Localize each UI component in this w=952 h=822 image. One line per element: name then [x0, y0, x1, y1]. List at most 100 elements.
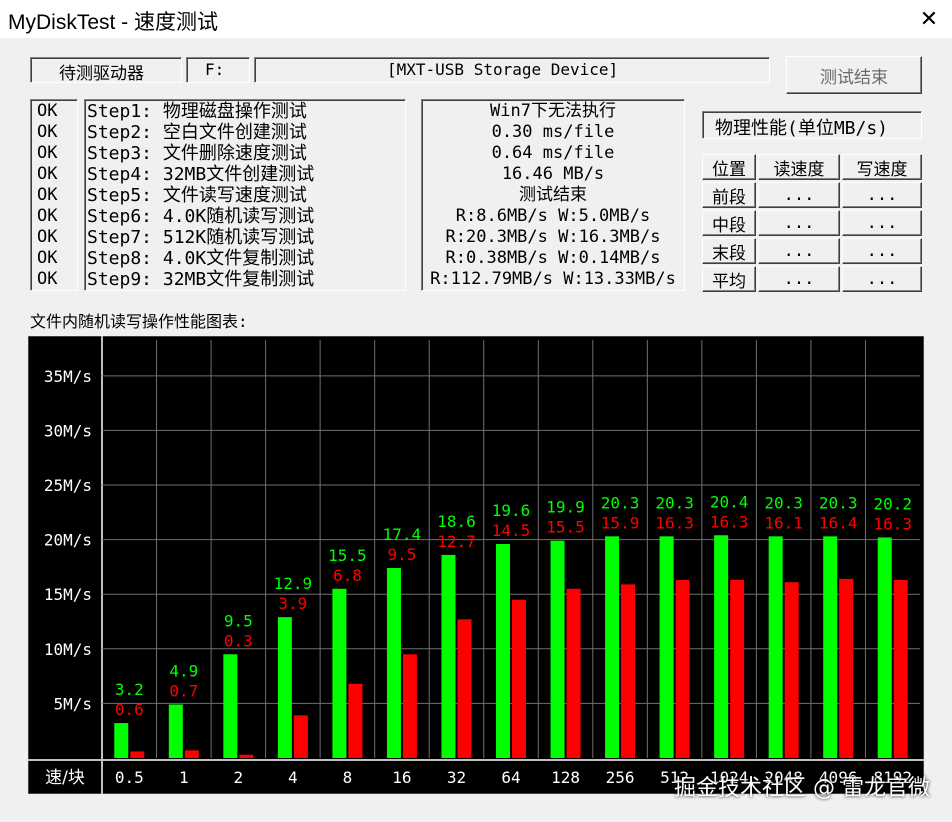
- window-title: MyDiskTest - 速度测试: [8, 11, 218, 34]
- x-tick-label: 64: [501, 768, 520, 787]
- step-result: 16.46 MB/s: [501, 164, 605, 184]
- data-label-read: 20.3: [601, 493, 640, 512]
- data-label-read: 20.2: [873, 494, 912, 513]
- step-result: R:112.79MB/s W:13.33MB/s: [430, 269, 676, 289]
- physical-column-header: 读速度: [758, 154, 840, 180]
- bar-read: [223, 654, 238, 758]
- bar-read: [823, 536, 838, 758]
- data-label-read: 9.5: [224, 611, 253, 630]
- data-label-read: 20.4: [710, 492, 749, 511]
- bar-read: [168, 704, 183, 758]
- step-status: OK: [37, 185, 58, 205]
- results-panel: Win7下无法执行 0.30 ms/file 0.64 ms/file 16.46 M…: [421, 99, 685, 291]
- data-label-write: 12.7: [437, 532, 476, 551]
- bar-write: [293, 715, 308, 758]
- bar-read: [659, 536, 674, 758]
- step-status: OK: [37, 122, 58, 142]
- data-label-read: 20.3: [655, 493, 694, 512]
- step-name: Step5: 文件读写速度测试: [87, 185, 307, 206]
- step-status: OK: [37, 269, 58, 289]
- step-name: Step6: 4.0K随机读写测试: [87, 206, 315, 227]
- x-tick-label: 32: [447, 768, 466, 787]
- step-list: Step1: 物理磁盘操作测试 Step2: 空白文件创建测试 Step3: 文件删…: [87, 101, 314, 290]
- drive-device-name: [MXT-USB Storage Device]: [387, 60, 619, 79]
- step-result: R:8.6MB/s W:5.0MB/s: [455, 206, 651, 226]
- physical-write-value: ...: [842, 182, 922, 208]
- x-tick-label: 8: [343, 768, 353, 787]
- data-label-write: 0.7: [169, 681, 198, 700]
- physical-column-header: 写速度: [842, 154, 922, 180]
- physical-header: 物理性能(单位MB/s): [715, 118, 889, 139]
- data-label-read: 12.9: [274, 574, 313, 593]
- data-label-read: 18.6: [437, 512, 476, 531]
- bar-write: [893, 580, 908, 758]
- step-result: 0.64 ms/file: [491, 143, 615, 163]
- data-label-read: 3.2: [115, 680, 144, 699]
- y-tick-label: 30M/s: [44, 421, 92, 440]
- data-label-write: 0.6: [115, 700, 144, 719]
- bar-read: [877, 537, 892, 758]
- data-label-read: 19.6: [492, 501, 531, 520]
- end-test-button[interactable]: 测试结束: [786, 56, 922, 94]
- y-tick-label: 20M/s: [44, 531, 92, 550]
- bar-write: [184, 750, 199, 758]
- x-axis-label: 速/块: [45, 768, 85, 788]
- step-status: OK: [37, 206, 58, 226]
- x-tick-label: 128: [551, 768, 580, 787]
- drive-label: 待测驱动器: [59, 64, 144, 84]
- bar-read: [114, 723, 129, 758]
- x-tick-label: 2: [234, 768, 244, 787]
- bar-write: [512, 599, 526, 758]
- data-label-read: 15.5: [328, 546, 367, 565]
- chart-caption: 文件内随机读写操作性能图表:: [30, 312, 248, 331]
- bar-read: [768, 536, 783, 758]
- data-label-write: 0.3: [224, 631, 253, 650]
- physical-row-position: 平均: [702, 266, 756, 292]
- data-label-write: 15.9: [601, 513, 640, 532]
- bar-write: [130, 751, 145, 758]
- bar-read: [550, 540, 565, 758]
- bar-write: [839, 578, 854, 758]
- bar-read: [714, 535, 729, 758]
- step-name: Step2: 空白文件创建测试: [87, 122, 307, 143]
- bar-write: [566, 588, 581, 758]
- result-list: Win7下无法执行 0.30 ms/file 0.64 ms/file 16.46 M…: [422, 101, 684, 290]
- physical-row-position: 中段: [702, 210, 756, 236]
- step-name: Step8: 4.0K文件复制测试: [87, 248, 315, 269]
- y-tick-label: 5M/s: [53, 694, 92, 713]
- step-result: 测试结束: [519, 185, 587, 205]
- x-tick-label: 1: [179, 768, 189, 787]
- data-label-write: 16.3: [655, 513, 694, 532]
- data-label-write: 3.9: [278, 594, 307, 613]
- x-tick-label: 4: [288, 768, 298, 787]
- bar-write: [457, 619, 472, 758]
- end-test-label: 测试结束: [820, 67, 888, 88]
- data-label-read: 20.3: [764, 493, 803, 512]
- bar-read: [332, 588, 347, 758]
- y-tick-label: 25M/s: [44, 476, 92, 495]
- close-icon[interactable]: ✕: [912, 4, 946, 34]
- x-tick-label: 16: [392, 768, 411, 787]
- physical-row-position: 前段: [702, 182, 756, 208]
- step-name: Step4: 32MB文件创建测试: [87, 164, 315, 185]
- physical-read-value: ...: [758, 210, 840, 236]
- step-result: R:0.38MB/s W:0.14MB/s: [445, 248, 661, 268]
- step-name: Step1: 物理磁盘操作测试: [87, 101, 307, 122]
- data-label-write: 16.3: [710, 512, 749, 531]
- y-tick-label: 10M/s: [44, 640, 92, 659]
- physical-write-value: ...: [842, 210, 922, 236]
- bar-read: [496, 543, 510, 758]
- bar-write: [402, 654, 417, 758]
- data-label-read: 4.9: [169, 661, 198, 680]
- data-label-write: 16.4: [819, 513, 858, 532]
- bar-read: [386, 568, 401, 758]
- physical-header-box: 物理性能(单位MB/s): [702, 111, 922, 139]
- step-name: Step3: 文件删除速度测试: [87, 143, 307, 164]
- step-name: Step9: 32MB文件复制测试: [87, 269, 315, 290]
- data-label-write: 14.5: [492, 521, 531, 540]
- status-panel: OK OK OK OK OK OK OK OK OK: [30, 99, 78, 291]
- physical-column-header: 位置: [702, 154, 756, 180]
- data-label-write: 16.1: [764, 513, 803, 532]
- data-label-write: 9.5: [387, 545, 416, 564]
- data-label-read: 20.3: [819, 493, 858, 512]
